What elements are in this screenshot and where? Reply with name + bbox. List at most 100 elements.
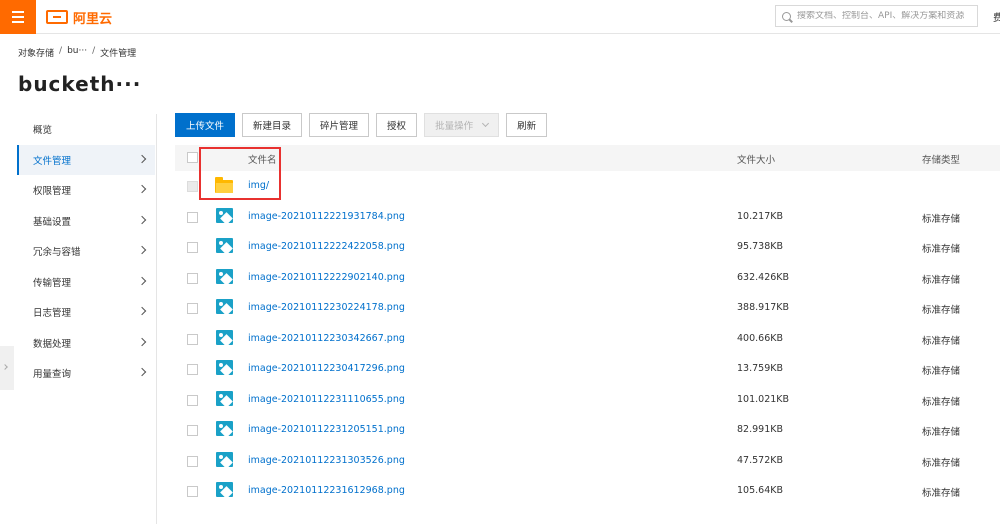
row-checkbox[interactable] xyxy=(187,242,198,253)
sidebar-item-usage[interactable]: 用量查询 xyxy=(17,358,155,388)
file-toolbar: 上传文件 新建目录 碎片管理 授权 批量操作 刷新 xyxy=(175,113,554,137)
storage-class: 标准存储 xyxy=(922,244,961,255)
fragment-management-button[interactable]: 碎片管理 xyxy=(309,113,370,137)
sidebar-item-logs[interactable]: 日志管理 xyxy=(17,297,155,327)
aliyun-logo-icon xyxy=(46,10,68,24)
table-row: image-20210112222902140.png 632.426KB 标准… xyxy=(175,263,1000,294)
storage-class: 标准存储 xyxy=(922,335,961,347)
row-checkbox[interactable] xyxy=(187,455,198,467)
file-name-link[interactable]: image-20210112230417296.png xyxy=(248,363,405,374)
file-size: 82.991KB xyxy=(737,424,783,435)
file-size: 95.738KB xyxy=(737,241,783,252)
row-checkbox[interactable] xyxy=(187,303,198,314)
row-checkbox[interactable] xyxy=(187,425,198,436)
table-row-folder[interactable]: img/ xyxy=(175,171,1000,202)
table-row: image-20210112230224178.png 388.917KB 标准… xyxy=(175,293,1000,324)
breadcrumb-file-management: 文件管理 xyxy=(100,49,137,59)
sidebar-item-basic-settings[interactable]: 基础设置 xyxy=(17,206,155,236)
row-checkbox[interactable] xyxy=(187,486,198,497)
new-directory-button[interactable]: 新建目录 xyxy=(242,113,303,137)
batch-operation-dropdown[interactable]: 批量操作 xyxy=(424,113,500,137)
table-row: image-20210112231110655.png 101.021KB 标准… xyxy=(175,385,1000,416)
sidebar-item-label: 数据处理 xyxy=(33,339,72,350)
file-name-link[interactable]: image-20210112230342667.png xyxy=(248,333,405,344)
sidebar-nav: 概览 文件管理 权限管理 基础设置 冗余与容错 传输管理 日志管理 数据处理 用… xyxy=(17,114,157,524)
file-table: 文件名 文件大小 存储类型 img/ image-202101122219317… xyxy=(175,145,1000,507)
file-size: 388.917KB xyxy=(737,302,790,313)
hamburger-menu-icon[interactable] xyxy=(0,0,36,34)
sidebar-collapse-toggle[interactable] xyxy=(0,346,14,390)
image-file-icon xyxy=(216,390,233,406)
row-checkbox[interactable] xyxy=(187,272,198,284)
file-name-link[interactable]: image-20210112231303526.png xyxy=(248,455,405,466)
table-row: image-20210112231303526.png 47.572KB 标准存… xyxy=(175,446,1000,477)
topbar-cost-menu[interactable]: 费 xyxy=(993,9,1000,24)
file-name-link[interactable]: image-20210112231205151.png xyxy=(248,424,405,435)
table-row: image-20210112230417296.png 13.759KB 标准存… xyxy=(175,354,1000,385)
row-checkbox[interactable] xyxy=(187,394,198,406)
file-name-link[interactable]: image-20210112221931784.png xyxy=(248,211,405,222)
image-file-icon xyxy=(216,299,233,314)
file-name-link[interactable]: image-20210112230224178.png xyxy=(248,302,405,313)
search-icon xyxy=(782,11,791,21)
upload-file-button[interactable]: 上传文件 xyxy=(175,113,236,137)
image-file-icon xyxy=(216,360,233,375)
row-checkbox[interactable] xyxy=(187,333,198,345)
table-row: image-20210112230342667.png 400.66KB 标准存… xyxy=(175,324,1000,355)
sidebar-item-redundancy[interactable]: 冗余与容错 xyxy=(17,236,155,266)
sidebar-item-label: 权限管理 xyxy=(33,186,72,197)
storage-class: 标准存储 xyxy=(922,488,961,499)
page-title: bucketh··· xyxy=(18,72,142,96)
sidebar-item-data-processing[interactable]: 数据处理 xyxy=(17,328,155,358)
image-file-icon xyxy=(216,268,233,284)
breadcrumb-oss[interactable]: 对象存储 xyxy=(18,46,54,59)
top-navigation-bar: 阿里云 费 xyxy=(0,0,1000,34)
file-name-link[interactable]: image-20210112231612968.png xyxy=(248,485,405,496)
batch-operation-label: 批量操作 xyxy=(435,121,474,132)
sidebar-item-overview[interactable]: 概览 xyxy=(17,114,155,144)
chevron-right-icon xyxy=(2,364,8,370)
search-input[interactable] xyxy=(797,11,977,21)
sidebar-item-label: 用量查询 xyxy=(33,369,72,380)
table-header: 文件名 文件大小 存储类型 xyxy=(175,145,1000,171)
chevron-right-icon xyxy=(137,367,147,377)
sidebar-item-label: 概览 xyxy=(33,125,53,136)
annotation-highlight-box xyxy=(199,147,281,200)
image-file-icon xyxy=(216,207,233,223)
sidebar-item-permissions[interactable]: 权限管理 xyxy=(17,175,155,205)
image-file-icon xyxy=(216,238,233,253)
sidebar-item-label: 传输管理 xyxy=(33,278,72,289)
file-size: 632.426KB xyxy=(737,271,790,283)
sidebar-item-file-management[interactable]: 文件管理 xyxy=(17,145,155,175)
select-all-checkbox[interactable] xyxy=(187,152,198,163)
storage-class: 标准存储 xyxy=(922,213,961,225)
sidebar-item-label: 日志管理 xyxy=(33,308,72,319)
refresh-button[interactable]: 刷新 xyxy=(506,113,548,137)
file-name-link[interactable]: image-20210112222422058.png xyxy=(248,241,405,252)
file-size: 105.64KB xyxy=(737,485,783,496)
breadcrumb-bucket[interactable]: bu··· xyxy=(67,46,87,59)
row-checkbox[interactable] xyxy=(187,364,198,375)
row-checkbox xyxy=(187,181,198,192)
sidebar-item-label: 基础设置 xyxy=(33,217,72,228)
storage-class: 标准存储 xyxy=(922,457,961,469)
chevron-right-icon xyxy=(137,215,147,225)
row-checkbox[interactable] xyxy=(187,211,198,223)
aliyun-logo[interactable]: 阿里云 xyxy=(46,8,112,27)
chevron-down-icon xyxy=(482,119,490,128)
chevron-right-icon xyxy=(137,184,147,194)
storage-class: 标准存储 xyxy=(922,274,961,286)
file-size: 10.217KB xyxy=(737,210,783,222)
file-name-link[interactable]: image-20210112231110655.png xyxy=(248,394,405,405)
authorize-button[interactable]: 授权 xyxy=(376,113,418,137)
table-row: image-20210112221931784.png 10.217KB 标准存… xyxy=(175,202,1000,233)
breadcrumb-separator: / xyxy=(92,46,96,56)
breadcrumb: 对象存储 / bu··· / 文件管理 xyxy=(18,46,136,59)
chevron-right-icon xyxy=(137,245,147,255)
file-name-link[interactable]: image-20210112222902140.png xyxy=(248,272,405,283)
chevron-right-icon xyxy=(137,337,147,347)
global-search-box[interactable] xyxy=(775,5,978,27)
image-file-icon xyxy=(216,329,233,345)
chevron-right-icon xyxy=(137,306,147,316)
sidebar-item-transfer[interactable]: 传输管理 xyxy=(17,267,155,297)
